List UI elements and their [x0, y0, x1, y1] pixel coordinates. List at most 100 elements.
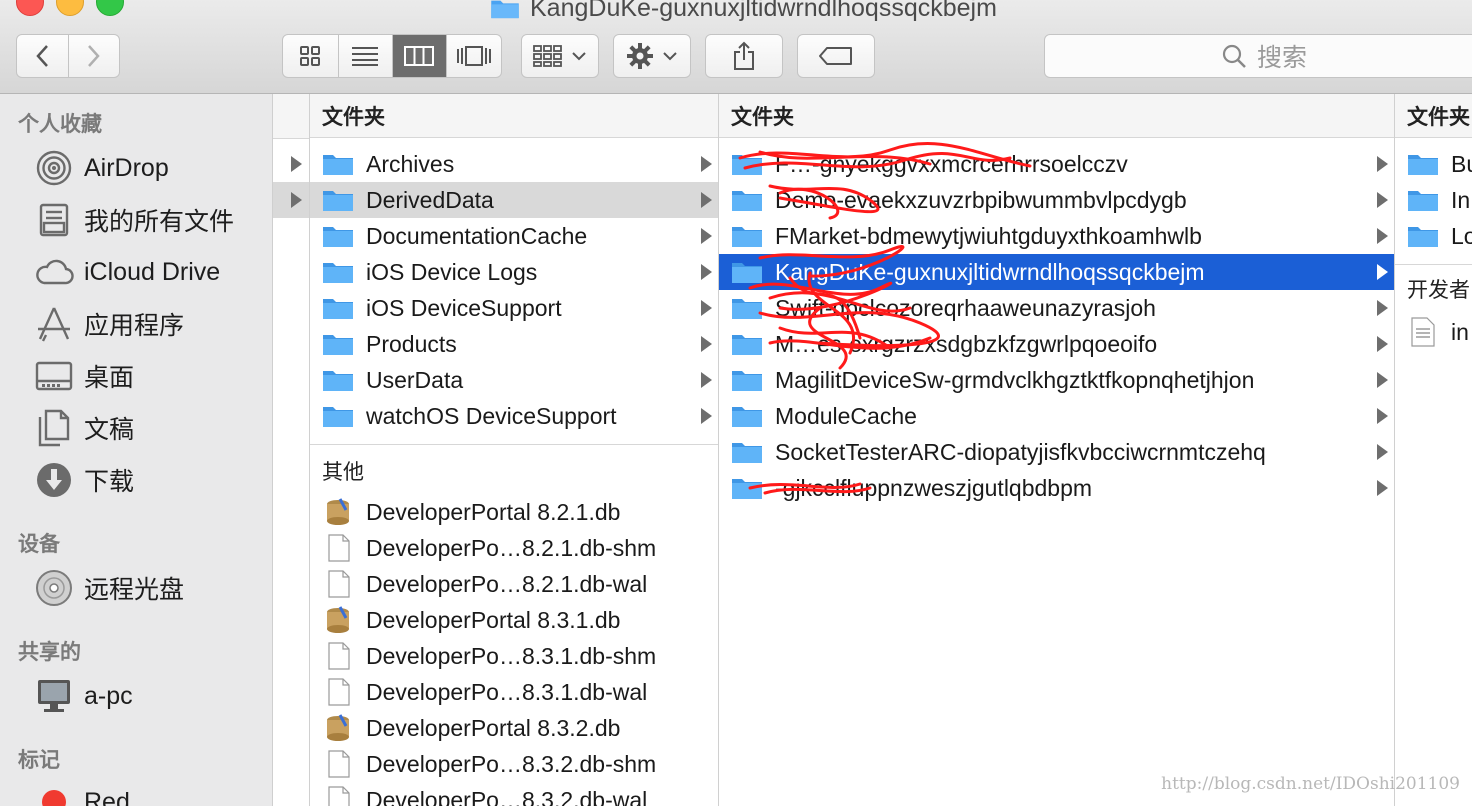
close-window-button[interactable]	[16, 0, 44, 16]
folder-row[interactable]: Demo-evaekxzuvzrbpibwummbvlpcdygb	[719, 182, 1394, 218]
folder-name: KangDuKe-guxnuxjltidwrndlhoqssqckbejm	[775, 258, 1205, 285]
file-name: DeveloperPo…8.2.1.db-shm	[366, 534, 657, 561]
folder-row[interactable]: watchOS DeviceSupport	[310, 398, 718, 434]
file-name: DeveloperPo…8.3.1.db-wal	[366, 678, 648, 705]
folder-row[interactable]: FMarket-bdmewytjwiuhtgduyxthkoamhwlb	[719, 218, 1394, 254]
file-row[interactable]: DeveloperPo…8.3.1.db-shm	[310, 638, 718, 674]
column-header: 文件夹	[719, 94, 1394, 138]
folder-row-selected[interactable]: DerivedData	[310, 182, 718, 218]
disclosure-arrow-icon	[701, 192, 712, 208]
arrange-dropdown[interactable]	[521, 34, 599, 78]
disclosure-arrow-icon	[701, 372, 712, 388]
tags-header: 标记	[18, 749, 60, 772]
folder-row[interactable]: In	[1395, 182, 1472, 218]
file-name: DeveloperPo…8.3.2.db-wal	[366, 786, 648, 806]
cover-flow-button[interactable]	[447, 35, 501, 77]
file-name: DeveloperPo…8.3.2.db-shm	[366, 750, 657, 777]
file-row[interactable]: DeveloperPortal 8.2.1.db	[310, 494, 718, 530]
column-header: 文件夹	[1395, 94, 1472, 138]
sidebar-item-remote-disc[interactable]: 远程光盘	[34, 568, 184, 608]
folder-row[interactable]: Archives	[310, 146, 718, 182]
action-dropdown[interactable]	[613, 34, 691, 78]
sidebar-item-all-files[interactable]: 我的所有文件	[34, 200, 234, 240]
folder-row[interactable]: -gjkcclfluppnzweszjgutlqbdbpm	[719, 470, 1394, 506]
column-view-button[interactable]	[392, 35, 448, 77]
database-icon	[327, 498, 349, 525]
window-title-text: KangDuKe-guxnuxjltidwrndlhoqssqckbejm	[530, 0, 997, 22]
sidebar-item-label: AirDrop	[84, 153, 169, 182]
applications-icon	[34, 304, 74, 344]
list-view-button[interactable]	[339, 35, 393, 77]
arrange-grid-icon	[533, 45, 562, 67]
folder-name: F…-gnyekggvxxmcrcerhrrsoelcczv	[775, 150, 1128, 177]
sidebar-item-desktop[interactable]: 桌面	[34, 356, 134, 396]
folder-row[interactable]: ModuleCache	[719, 398, 1394, 434]
folder-icon	[323, 191, 353, 211]
folder-row[interactable]: Products	[310, 326, 718, 362]
toolbar: KangDuKe-guxnuxjltidwrndlhoqssqckbejm 搜索	[0, 0, 1472, 94]
disclosure-arrow-icon	[1377, 156, 1388, 172]
edit-tags-button[interactable]	[797, 34, 875, 78]
folder-icon	[1408, 191, 1438, 211]
share-icon	[734, 41, 754, 70]
minimize-window-button[interactable]	[56, 0, 84, 16]
disclosure-arrow-icon	[701, 408, 712, 424]
red-tag-dot-icon	[34, 782, 74, 806]
folder-row[interactable]: M…es-exrgzrzxsdgbzkfzgwrlpqoeoifo	[719, 326, 1394, 362]
disclosure-arrow-icon	[1377, 480, 1388, 496]
file-row[interactable]: DeveloperPo…8.2.1.db-shm	[310, 530, 718, 566]
search-field[interactable]: 搜索	[1044, 34, 1472, 78]
folder-row[interactable]: UserData	[310, 362, 718, 398]
other-header: 其他	[322, 461, 364, 484]
folder-icon	[732, 335, 762, 355]
folder-name: Demo-evaekxzuvzrbpibwummbvlpcdygb	[775, 186, 1187, 213]
columns-icon	[404, 46, 435, 66]
sidebar-item-a-pc[interactable]: a-pc	[34, 676, 133, 716]
folder-icon	[732, 407, 762, 427]
file-name: DeveloperPortal 8.3.1.db	[366, 606, 621, 633]
file-row[interactable]: DeveloperPo…8.3.1.db-wal	[310, 674, 718, 710]
folder-icon	[323, 263, 353, 283]
sidebar-item-label: 文稿	[84, 416, 135, 444]
folder-row[interactable]: iOS Device Logs	[310, 254, 718, 290]
forward-button[interactable]	[69, 35, 120, 77]
search-placeholder: 搜索	[1256, 44, 1307, 72]
folder-row-selected[interactable]: KangDuKe-guxnuxjltidwrndlhoqssqckbejm	[719, 254, 1394, 290]
disclosure-row-selected[interactable]	[273, 182, 310, 218]
sidebar-item-airdrop[interactable]: AirDrop	[34, 148, 169, 188]
icon-view-button[interactable]	[283, 35, 339, 77]
file-name: DeveloperPortal 8.2.1.db	[366, 498, 621, 525]
folder-row[interactable]: Lo	[1395, 218, 1472, 254]
desktop-icon	[34, 356, 74, 396]
folder-icon	[732, 191, 762, 211]
back-button[interactable]	[17, 35, 69, 77]
file-name: DeveloperPo…8.3.1.db-shm	[366, 642, 657, 669]
folder-row[interactable]: DocumentationCache	[310, 218, 718, 254]
file-row[interactable]: DeveloperPortal 8.3.2.db	[310, 710, 718, 746]
folder-row[interactable]: Swift-dpclcozoreqrhaaweunazyrasjoh	[719, 290, 1394, 326]
file-row[interactable]: DeveloperPortal 8.3.1.db	[310, 602, 718, 638]
disclosure-arrow-icon	[701, 264, 712, 280]
folder-row[interactable]: SocketTesterARC-diopatyjisfkvbcciwcrnmtc…	[719, 434, 1394, 470]
folder-row[interactable]: Bu	[1395, 146, 1472, 182]
folder-icon	[732, 443, 762, 463]
folder-row[interactable]: iOS DeviceSupport	[310, 290, 718, 326]
folder-row[interactable]: MagilitDeviceSw-grmdvclkhgztktfkopnqhetj…	[719, 362, 1394, 398]
sidebar-item-icloud-drive[interactable]: iCloud Drive	[34, 252, 220, 292]
file-row[interactable]: DeveloperPo…8.3.2.db-shm	[310, 746, 718, 782]
disclosure-arrow-icon	[1377, 228, 1388, 244]
grid-icon	[300, 46, 321, 66]
sidebar-item-tag-red[interactable]: Red	[34, 782, 130, 806]
zoom-window-button[interactable]	[96, 0, 124, 16]
folder-row[interactable]: F…-gnyekggvxxmcrcerhrrsoelcczv	[719, 146, 1394, 182]
folder-name: ModuleCache	[775, 402, 917, 429]
file-row[interactable]: in	[1395, 314, 1472, 350]
file-row[interactable]: DeveloperPo…8.2.1.db-wal	[310, 566, 718, 602]
share-button[interactable]	[705, 34, 783, 78]
sidebar-item-documents[interactable]: 文稿	[34, 408, 134, 448]
sidebar-item-applications[interactable]: 应用程序	[34, 304, 184, 344]
developer-header: 开发者	[1407, 279, 1470, 302]
file-row[interactable]: DeveloperPo…8.3.2.db-wal	[310, 782, 718, 806]
disclosure-row[interactable]	[273, 146, 310, 182]
sidebar-item-downloads[interactable]: 下载	[34, 460, 134, 500]
